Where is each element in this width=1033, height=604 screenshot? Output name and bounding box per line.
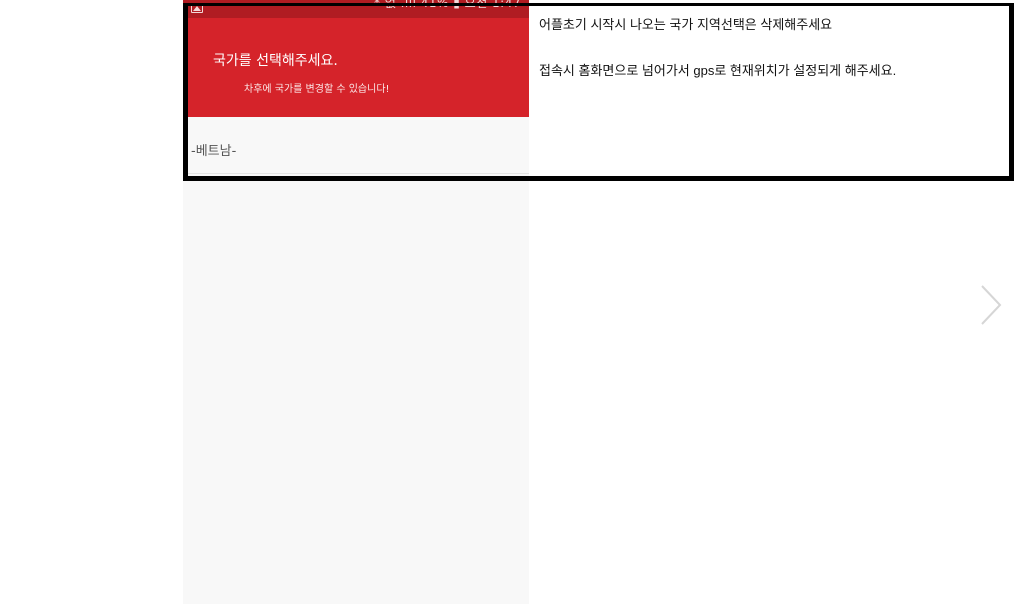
viewer-stage: * 없 .ıll 41% ▮ 오전 1:47 국가를 선택해주세요. 차후에 국… [0,0,1033,604]
header-subtitle: 차후에 국가를 변경할 수 있습니다! [244,84,390,95]
gallery-icon [191,3,203,13]
note-line-2: 접속시 홈화면으로 넘어가서 gps로 현재위치가 설정되게 해주세요. [539,63,897,78]
note-line-1: 어플초기 시작시 나오는 국가 지역선택은 삭제해주세요 [539,17,833,32]
country-label: -베트남- [191,144,237,159]
country-select-header: 국가를 선택해주세요. 차후에 국가를 변경할 수 있습니다! [183,18,529,117]
chevron-right-icon[interactable] [978,284,1004,326]
phone-screenshot: * 없 .ıll 41% ▮ 오전 1:47 국가를 선택해주세요. 차후에 국… [183,0,529,604]
country-item-vietnam[interactable]: -베트남- [183,117,529,174]
status-bar: * 없 .ıll 41% ▮ 오전 1:47 [183,0,529,18]
status-text: * 없 .ıll 41% ▮ 오전 1:47 [373,0,521,10]
country-list: -베트남- [183,117,529,174]
header-title: 국가를 선택해주세요. [213,53,338,69]
